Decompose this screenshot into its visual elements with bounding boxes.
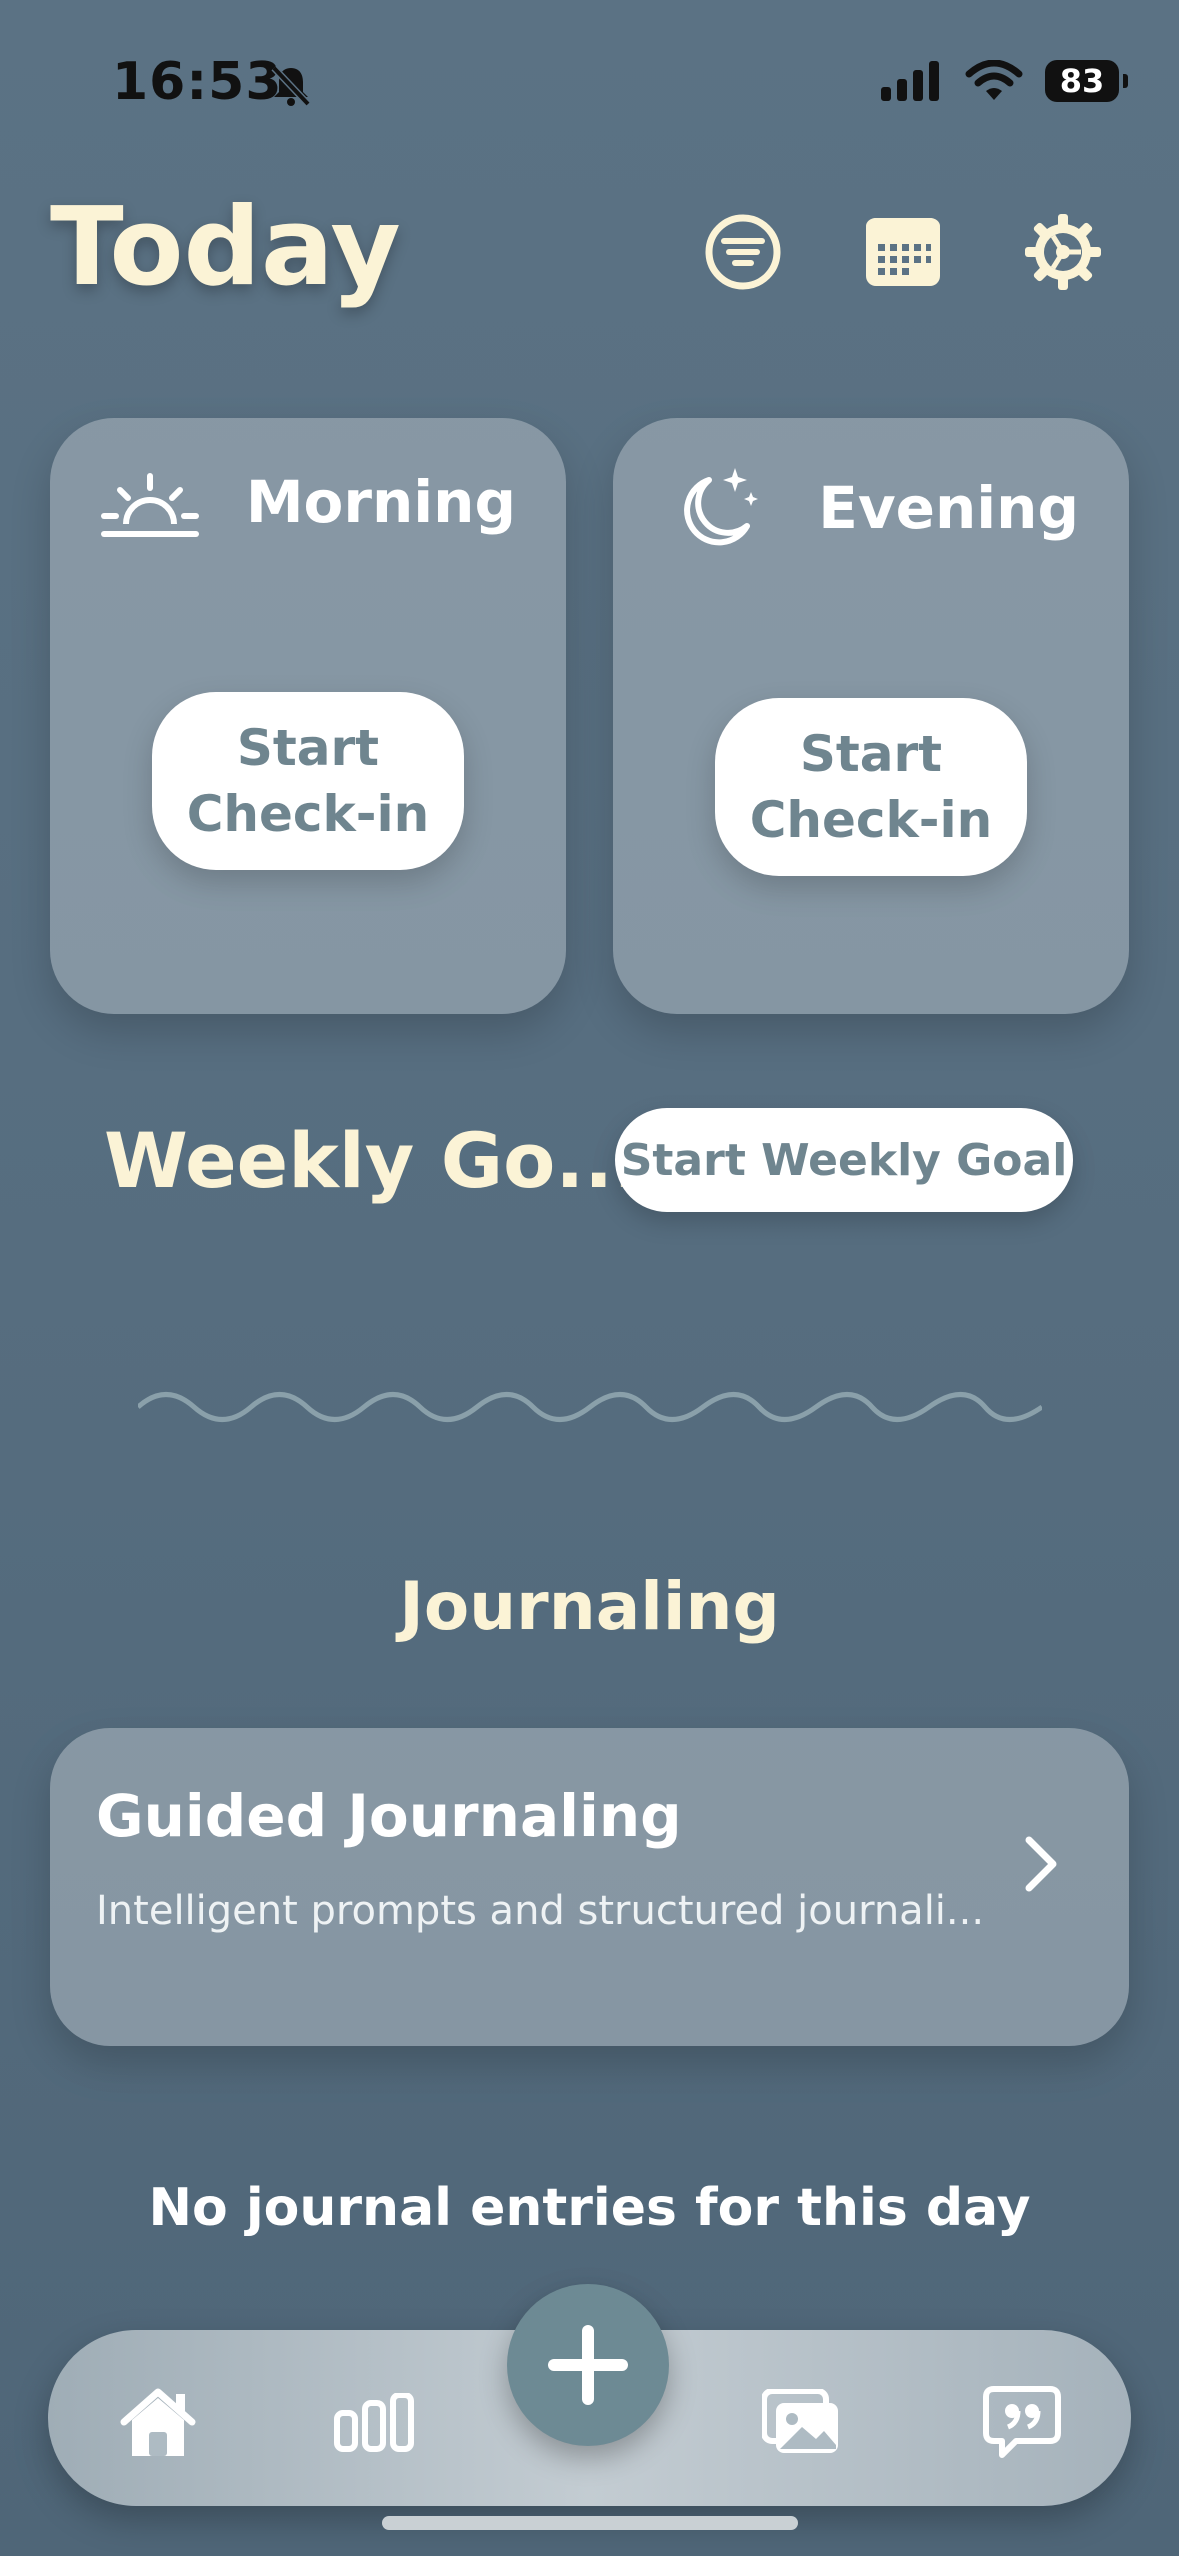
moon-stars-icon [684, 468, 758, 546]
calendar-icon[interactable] [863, 212, 943, 292]
morning-checkin-button[interactable]: Start Check-in [152, 692, 464, 870]
journaling-title: Journaling [399, 1568, 780, 1645]
guided-journaling-card[interactable]: Guided Journaling Intelligent prompts an… [50, 1728, 1129, 2046]
add-button[interactable] [507, 2284, 669, 2446]
add-icon [548, 2325, 628, 2405]
stats-icon[interactable] [326, 2378, 422, 2468]
status-indicators: 83 [881, 60, 1128, 102]
evening-checkin-button[interactable]: Start Check-in [715, 698, 1027, 876]
evening-label: Evening [818, 474, 1079, 542]
wave-divider [138, 1392, 1042, 1422]
start-weekly-goal-button[interactable]: Start Weekly Goal [615, 1108, 1073, 1212]
guided-journaling-title: Guided Journaling [96, 1782, 682, 1850]
gallery-icon[interactable] [754, 2378, 850, 2468]
morning-label: Morning [245, 468, 516, 536]
signal-icon [881, 61, 939, 101]
home-icon[interactable] [110, 2378, 206, 2468]
wifi-icon [965, 60, 1023, 100]
evening-checkin-card: Evening Start Check-in [613, 418, 1129, 1014]
sunrise-icon [101, 473, 199, 537]
morning-checkin-card: Morning Start Check-in [50, 418, 566, 1014]
filter-icon[interactable] [703, 212, 783, 292]
bell-slash-icon [271, 65, 311, 107]
quote-chat-icon[interactable] [974, 2378, 1070, 2468]
battery-icon: 83 [1045, 60, 1128, 102]
empty-state-text: No journal entries for this day [148, 2178, 1031, 2238]
home-indicator [382, 2516, 798, 2530]
battery-level: 83 [1059, 62, 1105, 100]
weekly-goal-title: Weekly Go... [104, 1116, 643, 1205]
page-title: Today [50, 185, 401, 310]
chevron-right-icon [1025, 1836, 1057, 1892]
status-time: 16:53 [112, 52, 283, 112]
guided-journaling-subtitle: Intelligent prompts and structured journ… [96, 1888, 985, 1934]
settings-icon[interactable] [1023, 212, 1103, 292]
